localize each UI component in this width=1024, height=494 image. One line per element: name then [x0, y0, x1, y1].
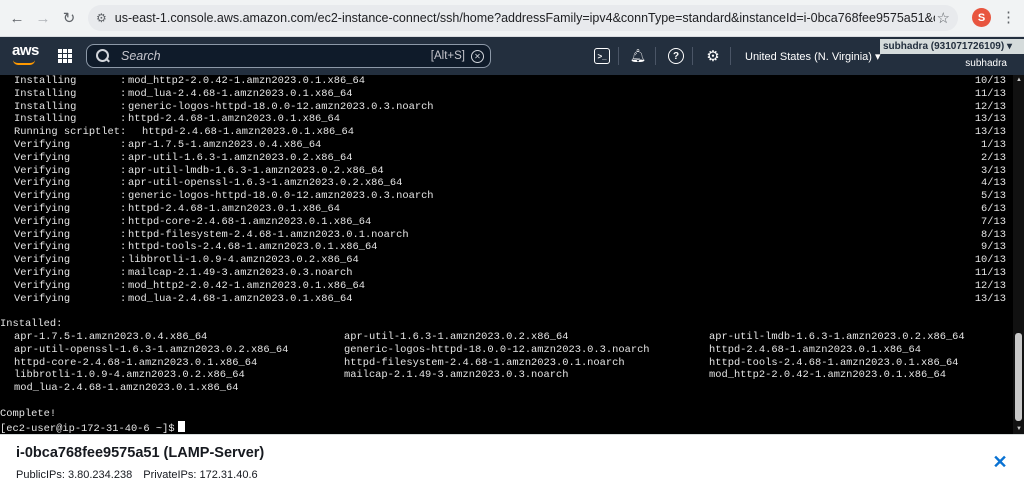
back-arrow-icon[interactable]: ←	[6, 7, 28, 29]
divider	[618, 47, 619, 65]
private-ips: PrivateIPs: 172.31.40.6	[143, 469, 258, 481]
transaction-count: 13/13	[974, 126, 1006, 139]
search-shortcut: [Alt+S]	[430, 50, 465, 62]
cloudshell-icon[interactable]: >_	[594, 48, 610, 64]
region-selector[interactable]: United States (N. Virginia) ▾	[745, 50, 881, 63]
transaction-count: 11/13	[974, 87, 1006, 100]
transaction-count: 8/13	[981, 228, 1006, 241]
profile-avatar[interactable]: S	[972, 8, 991, 27]
instance-info-panel: i-0bca768fee9575a51 (LAMP-Server) Public…	[0, 434, 1024, 494]
transaction-count: 12/13	[974, 100, 1006, 113]
installed-header: Installed:	[0, 318, 63, 331]
installed-package: httpd-filesystem-2.4.68-1.amzn2023.0.1.n…	[344, 356, 625, 369]
clear-search-icon[interactable]: ✕	[471, 49, 484, 63]
address-bar[interactable]: ⚙ us-east-1.console.aws.amazon.com/ec2-i…	[88, 5, 958, 31]
transaction-count: 13/13	[974, 113, 1006, 126]
installed-package: httpd-tools-2.4.68-1.amzn2023.0.1.x86_64	[709, 356, 959, 369]
installed-package: mod_lua-2.4.68-1.amzn2023.0.1.x86_64	[14, 382, 239, 395]
shell-prompt: [ec2-user@ip-172-31-40-6 ~]$	[0, 420, 185, 434]
installed-package: apr-util-lmdb-1.6.3-1.amzn2023.0.2.x86_6…	[709, 331, 965, 343]
aws-logo-smile	[13, 60, 35, 65]
bell-icon[interactable]: 🔔︎	[630, 48, 647, 64]
transaction-count: 7/13	[981, 215, 1006, 228]
site-info-icon[interactable]: ⚙	[96, 11, 107, 25]
transaction-count: 12/13	[974, 279, 1006, 292]
terminal-cursor	[177, 420, 185, 432]
account-menu[interactable]: subhadra (931071726109) ▾	[880, 39, 1024, 54]
scrollbar-thumb[interactable]	[1015, 333, 1022, 421]
instance-title: i-0bca768fee9575a51 (LAMP-Server)	[16, 445, 265, 461]
reload-icon[interactable]: ↻	[58, 7, 80, 29]
transaction-count: 10/13	[974, 254, 1006, 267]
installed-package: httpd-core-2.4.68-1.amzn2023.0.1.x86_64	[14, 356, 258, 369]
aws-console-header: aws Search [Alt+S] ✕ >_ 🔔︎ ? ⚙ United St…	[0, 37, 1024, 75]
search-placeholder: Search	[121, 49, 161, 63]
transaction-count: 5/13	[981, 190, 1006, 203]
aws-logo[interactable]: aws	[12, 43, 39, 58]
services-grid-icon[interactable]	[58, 49, 72, 63]
transaction-count: 13/13	[974, 292, 1006, 305]
complete-message: Complete!	[0, 407, 57, 420]
installed-package: mailcap-2.1.49-3.amzn2023.0.3.noarch	[344, 369, 569, 382]
installed-package: generic-logos-httpd-18.0.0-12.amzn2023.0…	[344, 343, 650, 356]
ssh-terminal[interactable]: Installing : mod_http2-2.0.42-1.amzn2023.…	[0, 75, 1013, 434]
installed-package: httpd-2.4.68-1.amzn2023.0.1.x86_64	[709, 343, 922, 356]
transaction-count: 9/13	[981, 241, 1006, 254]
transaction-count: 10/13	[974, 75, 1006, 87]
url-text[interactable]: us-east-1.console.aws.amazon.com/ec2-ins…	[115, 11, 935, 25]
forward-arrow-icon[interactable]: →	[32, 7, 54, 29]
divider	[655, 47, 656, 65]
scroll-up-icon[interactable]: ▲	[1016, 77, 1022, 83]
scroll-down-icon[interactable]: ▼	[1016, 426, 1022, 432]
installed-package: apr-util-openssl-1.6.3-1.amzn2023.0.2.x8…	[14, 343, 289, 356]
transaction-count: 3/13	[981, 164, 1006, 177]
transaction-count: 2/13	[981, 151, 1006, 164]
browser-toolbar: ← → ↻ ⚙ us-east-1.console.aws.amazon.com…	[0, 0, 1024, 37]
transaction-count: 1/13	[981, 139, 1006, 151]
gear-icon[interactable]: ⚙	[705, 48, 721, 65]
kebab-menu-icon[interactable]: ⋮	[1001, 8, 1016, 26]
transaction-count: 6/13	[981, 203, 1006, 215]
transaction-count: 4/13	[981, 177, 1006, 190]
user-name[interactable]: subhadra	[965, 58, 1007, 69]
help-icon[interactable]: ?	[668, 48, 684, 64]
instance-ips: PublicIPs: 3.80.234.238 PrivateIPs: 172.…	[16, 469, 266, 481]
search-icon	[95, 48, 111, 64]
installed-package: libbrotli-1.0.9-4.amzn2023.0.2.x86_64	[14, 369, 245, 382]
installed-package: apr-1.7.5-1.amzn2023.0.4.x86_64	[14, 331, 208, 343]
installed-package: mod_http2-2.0.42-1.amzn2023.0.1.x86_64	[709, 369, 946, 382]
divider	[692, 47, 693, 65]
close-icon[interactable]: ✕	[991, 453, 1009, 471]
terminal-scrollbar[interactable]: ▲ ▼	[1013, 75, 1024, 434]
installed-package: apr-util-1.6.3-1.amzn2023.0.2.x86_64	[344, 331, 569, 343]
search-input[interactable]: Search [Alt+S] ✕	[86, 44, 491, 68]
transaction-count: 11/13	[974, 267, 1006, 279]
divider	[730, 47, 731, 65]
star-icon[interactable]: ☆	[937, 9, 950, 27]
public-ips: PublicIPs: 3.80.234.238	[16, 469, 133, 481]
